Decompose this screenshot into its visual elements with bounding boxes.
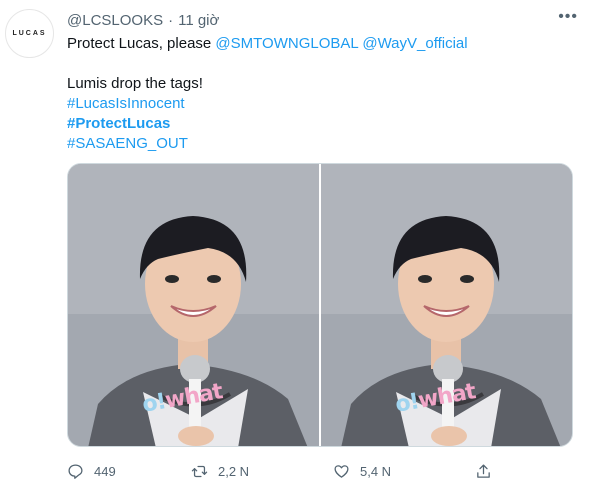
retweet-count: 2,2 N	[218, 463, 250, 479]
like-count: 5,4 N	[360, 463, 392, 479]
tweet-timestamp[interactable]: 11 giờ	[178, 12, 219, 29]
hashtag-lucas-is-innocent[interactable]: #LucasIsInnocent	[67, 95, 185, 112]
hashtag-sasaeng-out[interactable]: #SASAENG_OUT	[67, 135, 188, 152]
tweet[interactable]: LUCAS @LCSLOOKS · 11 giờ ••• Protect Luc…	[0, 0, 596, 494]
reply-icon	[68, 463, 83, 479]
like-button[interactable]: 5,4 N	[333, 461, 391, 481]
tweet-header: @LCSLOOKS · 11 giờ	[67, 10, 576, 30]
media-photo-2[interactable]: o!what	[321, 164, 572, 446]
retweet-button[interactable]: 2,2 N	[191, 461, 249, 481]
mention-smtownglobal[interactable]: @SMTOWNGLOBAL	[215, 35, 358, 52]
tweet-media: o!what o!what	[67, 163, 573, 447]
tweet-actions: 449 2,2 N 5,4 N	[67, 461, 517, 481]
header-separator: ·	[168, 11, 174, 29]
tweet-text: Protect Lucas, please @SMTOWNGLOBAL @Way…	[67, 34, 577, 154]
tweet-line-1: Protect Lucas, please @SMTOWNGLOBAL @Way…	[67, 34, 577, 54]
user-handle[interactable]: @LCSLOOKS	[67, 12, 163, 29]
hashtag-protect-lucas[interactable]: #ProtectLucas	[67, 115, 170, 132]
mention-wayv-official[interactable]: @WayV_official	[362, 35, 467, 52]
heart-icon	[334, 464, 349, 478]
reply-count: 449	[94, 463, 116, 479]
tweet-line-2: Lumis drop the tags!	[67, 75, 203, 92]
share-button[interactable]	[475, 461, 492, 481]
share-icon	[477, 463, 490, 478]
reply-button[interactable]: 449	[67, 461, 116, 481]
tweet-text-intro: Protect Lucas, please	[67, 35, 216, 52]
avatar-logo-text: LUCAS	[12, 30, 47, 37]
more-options-icon[interactable]: •••	[558, 8, 578, 26]
retweet-icon	[191, 465, 208, 477]
media-photo-1[interactable]: o!what	[68, 164, 319, 446]
avatar[interactable]: LUCAS	[5, 9, 54, 58]
